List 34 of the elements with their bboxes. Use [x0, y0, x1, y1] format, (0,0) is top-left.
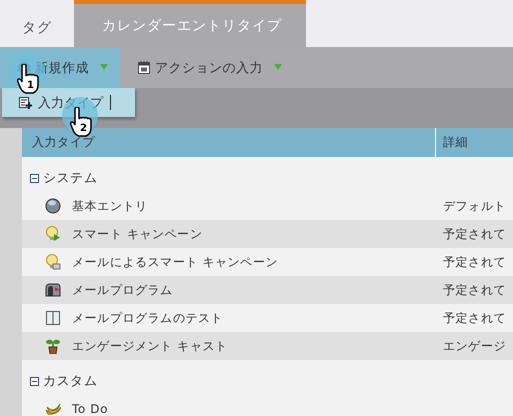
- entry-detail: 予定されて: [442, 282, 507, 298]
- panel-icon: [45, 310, 61, 326]
- column-header[interactable]: 詳細: [435, 128, 513, 157]
- entry-type-name[interactable]: メールプログラム: [72, 282, 173, 298]
- toolbar-button[interactable]: アクションの入力: [120, 47, 294, 88]
- potted-plant-icon: [45, 338, 61, 354]
- entry-detail: 予定されて: [442, 226, 507, 242]
- group-label: カスタム: [43, 373, 98, 390]
- entry-detail: 予定されて: [442, 310, 507, 326]
- mailbox-icon: [45, 282, 61, 298]
- step-number: 2: [80, 124, 87, 134]
- lightbulb-icon: [45, 254, 61, 270]
- hand-cursor-icon: [70, 107, 94, 137]
- entry-type-name[interactable]: エンゲージメント キャスト: [72, 338, 228, 354]
- caret-icon: [274, 64, 282, 71]
- add-list-icon: [19, 96, 32, 108]
- entry-detail: エンゲージ: [442, 338, 507, 354]
- caret-icon: [100, 64, 108, 71]
- step-number: 1: [27, 81, 34, 91]
- sphere-icon: [45, 198, 61, 214]
- entry-type-name[interactable]: スマート キャンペーン: [72, 226, 202, 242]
- tab[interactable]: タグ: [0, 0, 74, 47]
- lightbulb-icon: [45, 226, 61, 242]
- group-label: システム: [43, 170, 98, 187]
- entry-type-name[interactable]: To Do: [72, 402, 108, 416]
- banana-icon: [45, 401, 61, 416]
- collapse-icon[interactable]: [30, 376, 39, 386]
- calendar-icon: [138, 61, 150, 74]
- entry-type-name[interactable]: 基本エントリ: [72, 198, 148, 214]
- entry-detail: デフォルト: [442, 198, 507, 214]
- entry-type-name[interactable]: メールによるスマート キャンペーン: [72, 254, 278, 270]
- entry-detail: 予定されて: [442, 254, 507, 270]
- collapse-icon[interactable]: [30, 174, 39, 182]
- entry-type-name[interactable]: メールプログラムのテスト: [72, 310, 224, 326]
